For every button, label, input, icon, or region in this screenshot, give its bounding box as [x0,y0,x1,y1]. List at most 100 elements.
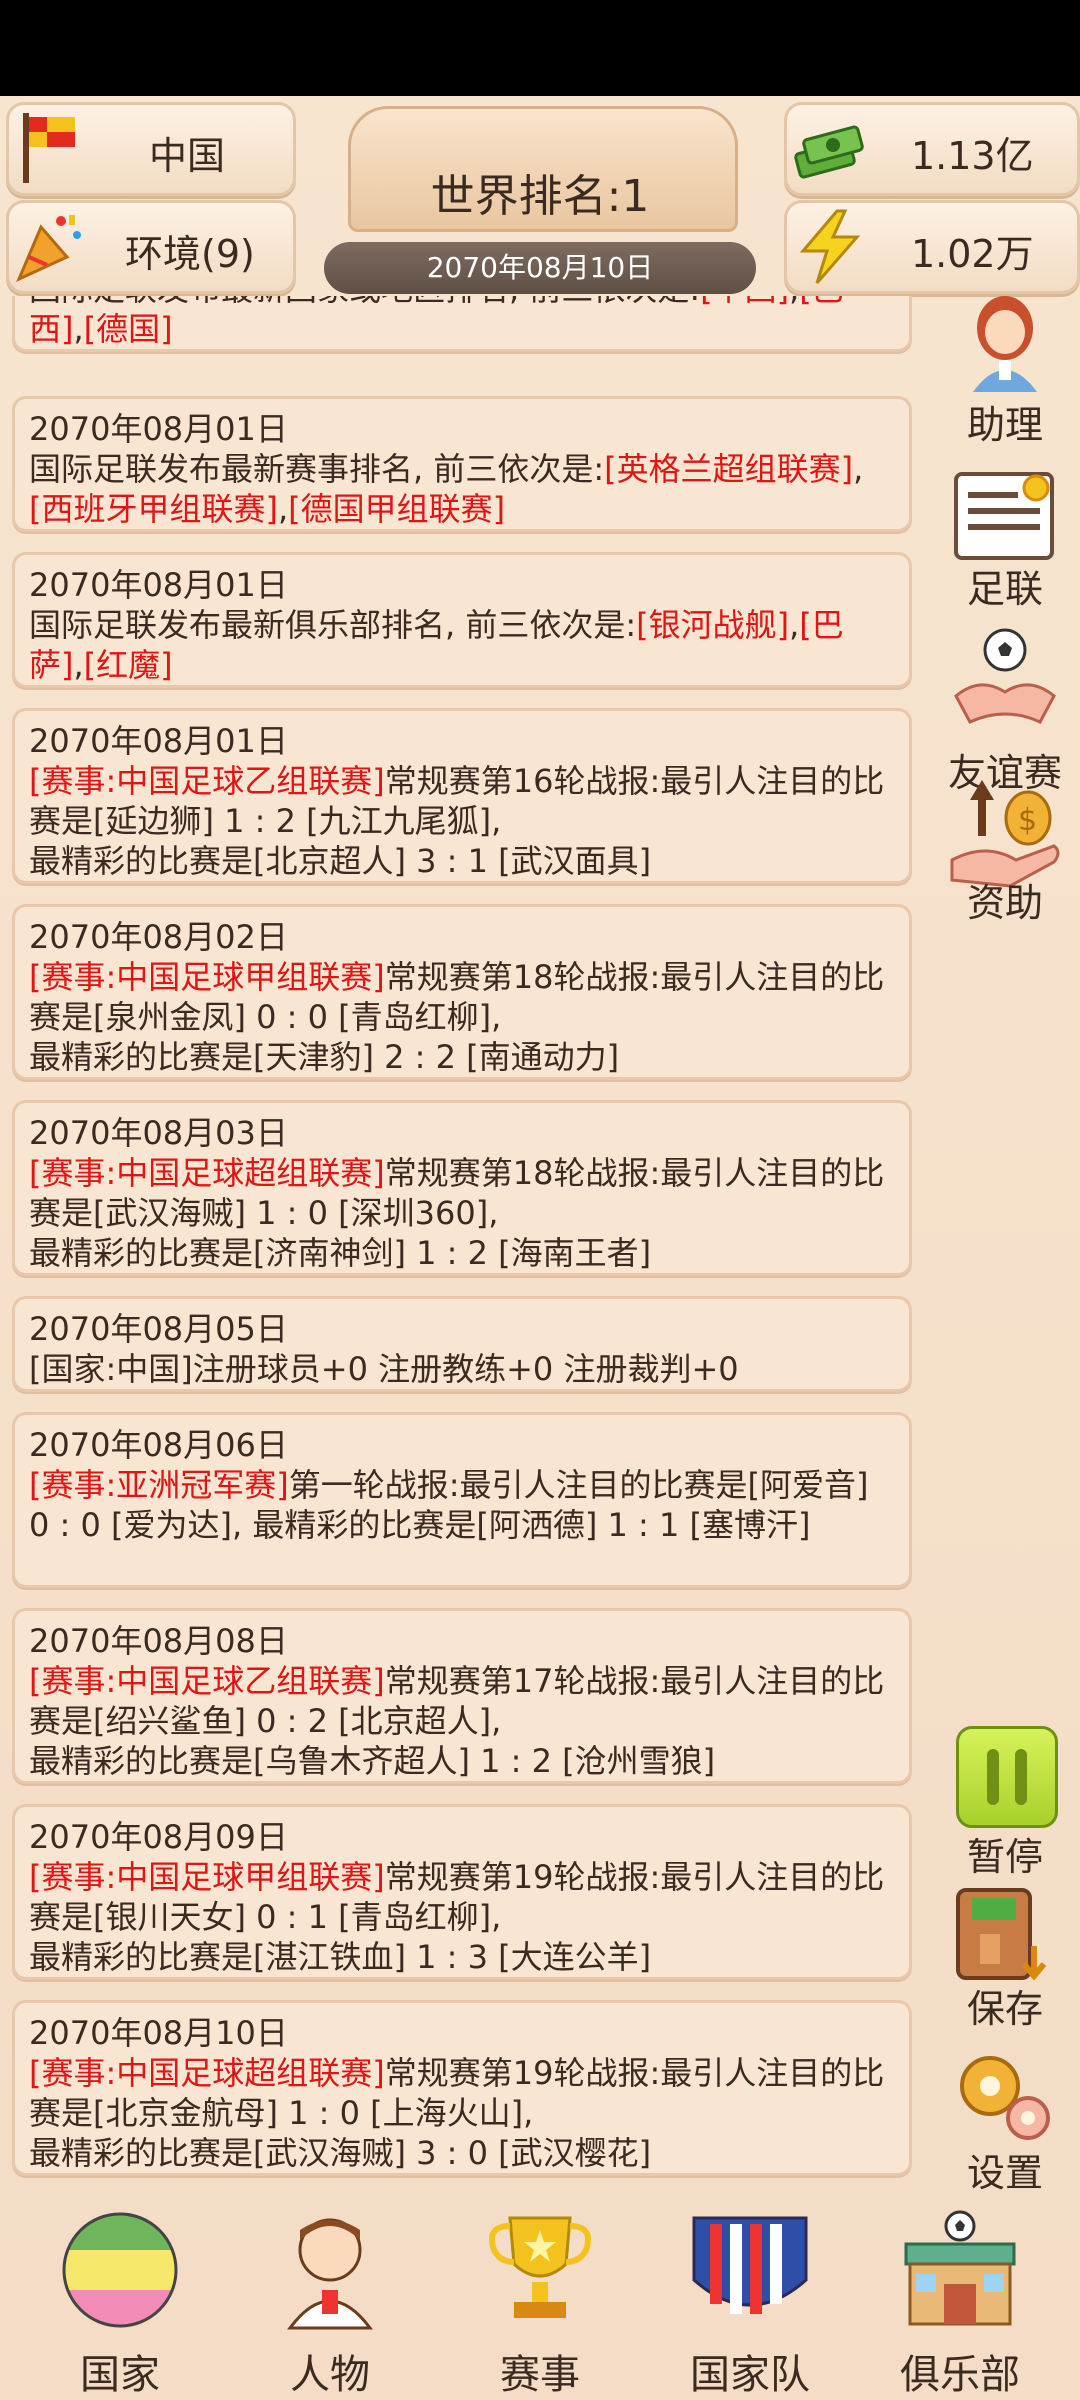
news-text-segment: , [853,450,864,488]
country-globe-icon [62,2212,178,2328]
money-value: 1.13亿 [911,134,1034,178]
news-date: 2070年08月03日 [29,1114,288,1152]
national-shield-icon [692,2216,808,2314]
news-date: 2070年08月10日 [29,2014,288,2052]
news-text-segment: , [789,606,800,644]
news-text-segment: , [73,310,84,348]
news-highlight-tag[interactable]: [赛事:亚洲冠军赛] [29,1466,289,1504]
news-card[interactable]: 2070年08月03日 [赛事:中国足球超组联赛]常规赛第18轮战报:最引人注目的… [12,1100,912,1276]
news-highlight-tag[interactable]: [中国] [700,296,789,308]
news-highlight-tag[interactable]: [德国] [84,310,173,348]
news-text-segment: [国家:中国]注册球员+0 注册教练+0 注册裁判+0 [29,1350,739,1388]
news-text: 国际足联发布最新赛事排名, 前三依次是:[英格兰超组联赛],[西班牙甲组联赛],… [29,449,897,529]
news-text-segment: 国际足联发布最新国家或地区排名, 前三依次是: [29,296,700,308]
news-card[interactable]: 2070年08月01日 [赛事:中国足球乙组联赛]常规赛第16轮战报:最引人注目的… [12,708,912,884]
person-icon [287,2218,373,2330]
news-card[interactable]: 2070年08月01日 国际足联发布最新俱乐部排名, 前三依次是:[银河战舰],[… [12,552,912,688]
news-highlight-tag[interactable]: [赛事:中国足球甲组联赛] [29,1858,385,1896]
news-text-segment: 国际足联发布最新俱乐部排名, 前三依次是: [29,606,637,644]
news-highlight-tag[interactable]: [银河战舰] [636,606,789,644]
news-text: [国家:中国]注册球员+0 注册教练+0 注册裁判+0 [29,1349,897,1389]
country-name: 中国 [149,134,226,178]
news-text-segment: 最精彩的比赛是[济南神剑] 1 : 2 [海南王者] [29,1234,652,1272]
save-button[interactable]: 保存 [940,1886,1070,2046]
fifa-button[interactable]: 足联 [940,466,1070,616]
news-highlight-tag[interactable]: [赛事:中国足球超组联赛] [29,2054,385,2092]
environment-value: 环境(9) [125,232,255,276]
settings-label: 设置 [966,2151,1043,2195]
news-card[interactable]: 2070年08月08日 [赛事:中国足球乙组联赛]常规赛第17轮战报:最引人注目的… [12,1608,912,1784]
trophy-icon [489,2216,591,2318]
handshake-ball-icon [954,628,1056,724]
news-text-segment: 最精彩的比赛是[武汉海贼] 3 : 0 [武汉樱花] [29,2134,652,2172]
news-date: 2070年08月01日 [29,722,288,760]
save-label: 保存 [966,1987,1043,2031]
energy-box[interactable]: 1.02万 [784,200,1080,294]
news-highlight-tag[interactable]: [赛事:中国足球甲组联赛] [29,958,385,996]
environment-box[interactable]: 环境(9) [6,200,296,294]
news-text: [赛事:中国足球乙组联赛]常规赛第17轮战报:最引人注目的比赛是[绍兴鲨鱼] 0… [29,1661,897,1781]
news-card[interactable]: 2070年08月05日 [国家:中国]注册球员+0 注册教练+0 注册裁判+0 [12,1296,912,1392]
status-bar [0,0,1080,96]
news-highlight-tag[interactable]: [德国甲组联赛] [288,490,505,528]
pause-button[interactable]: 暂停 [940,1726,1070,1886]
news-date: 2070年08月08日 [29,1622,288,1660]
news-date: 2070年08月01日 [29,410,288,448]
news-text-segment: , [789,296,799,308]
news-highlight-tag[interactable]: [英格兰超组联赛] [604,450,853,488]
world-rank-banner: 世界排名:1 2070年08月10日 [318,100,762,296]
country-box[interactable]: 中国 [6,102,296,196]
news-highlight-tag[interactable]: [赛事:中国足球超组联赛] [29,1154,385,1192]
news-card[interactable]: 2070年08月09日 [赛事:中国足球甲组联赛]常规赛第19轮战报:最引人注目的… [12,1804,912,1980]
save-icon [956,1888,1047,1981]
money-stack-icon [794,125,864,179]
current-date: 2070年08月10日 [324,242,756,294]
news-text-segment: 国际足联发布最新赛事排名, 前三依次是: [29,450,605,488]
nav-people-label: 人物 [290,2352,370,2398]
news-date: 2070年08月01日 [29,566,288,604]
news-text: [赛事:中国足球超组联赛]常规赛第19轮战报:最引人注目的比赛是[北京金航母] … [29,2053,897,2173]
news-date: 2070年08月09日 [29,1818,288,1856]
assistant-label: 助理 [966,403,1043,447]
pause-icon [956,1726,1058,1828]
news-text: [赛事:中国足球乙组联赛]常规赛第16轮战报:最引人注目的比赛是[延边狮] 1 … [29,761,897,881]
news-text: [赛事:中国足球甲组联赛]常规赛第18轮战报:最引人注目的比赛是[泉州金凤] 0… [29,957,897,1077]
gears-icon [960,2056,1050,2140]
nav-events-label: 赛事 [500,2352,580,2398]
news-date: 2070年08月06日 [29,1426,288,1464]
news-text-segment: 最精彩的比赛是[天津豹] 2 : 2 [南通动力] [29,1038,620,1076]
news-highlight-tag[interactable]: [赛事:中国足球乙组联赛] [29,762,385,800]
pause-label: 暂停 [966,1835,1043,1879]
news-text: 国际足联发布最新国家或地区排名, 前三依次是:[中国],[巴西],[德国] [29,296,897,349]
news-feed[interactable]: 国际足联发布最新国家或地区排名, 前三依次是:[中国],[巴西],[德国] 207… [12,296,918,2182]
party-popper-icon [16,215,81,282]
news-card[interactable]: 2070年08月01日 国际足联发布最新赛事排名, 前三依次是:[英格兰超组联赛]… [12,396,912,532]
news-text-segment: , [277,490,289,528]
news-card[interactable]: 2070年08月06日 [赛事:亚洲冠军赛]第一轮战报:最引人注目的比赛是[阿爱音… [12,1412,912,1588]
nav-national-team-label: 国家队 [690,2352,810,2398]
sponsor-button[interactable]: $ 资助 [940,776,1070,936]
assistant-button[interactable]: 助理 [940,296,1070,447]
friendly-match-button[interactable]: 友谊赛 [940,626,1070,795]
news-text: [赛事:亚洲冠军赛]第一轮战报:最引人注目的比赛是[阿爱音] 0 : 0 [爱为… [29,1465,897,1545]
news-card[interactable]: 国际足联发布最新国家或地区排名, 前三依次是:[中国],[巴西],[德国] [12,296,912,352]
fifa-label: 足联 [966,567,1043,611]
settings-button[interactable]: 设置 [940,2046,1070,2206]
energy-value: 1.02万 [911,232,1034,276]
news-text-segment: 最精彩的比赛是[乌鲁木齐超人] 1 : 2 [沧州雪狼] [29,1742,716,1780]
news-highlight-tag[interactable]: [赛事:中国足球乙组联赛] [29,1662,385,1700]
news-highlight-tag[interactable]: [西班牙甲组联赛] [29,490,278,528]
news-text-segment: 最精彩的比赛是[北京超人] 3 : 1 [武汉面具] [29,842,652,880]
assistant-icon [973,296,1037,392]
money-box[interactable]: 1.13亿 [784,102,1080,196]
news-card[interactable]: 2070年08月10日 [赛事:中国足球超组联赛]常规赛第19轮战报:最引人注目的… [12,2000,912,2176]
news-text-segment: , [73,646,84,684]
news-card[interactable]: 2070年08月02日 [赛事:中国足球甲组联赛]常规赛第18轮战报:最引人注目的… [12,904,912,1080]
news-highlight-tag[interactable]: [红魔] [84,646,173,684]
news-text: 国际足联发布最新俱乐部排名, 前三依次是:[银河战舰],[巴萨],[红魔] [29,605,897,685]
news-text: [赛事:中国足球甲组联赛]常规赛第19轮战报:最引人注目的比赛是[银川天女] 0… [29,1857,897,1977]
nav-club-label: 俱乐部 [900,2352,1020,2398]
sponsor-label: 资助 [966,881,1043,925]
document-icon [954,472,1054,560]
club-building-icon [904,2210,1016,2326]
